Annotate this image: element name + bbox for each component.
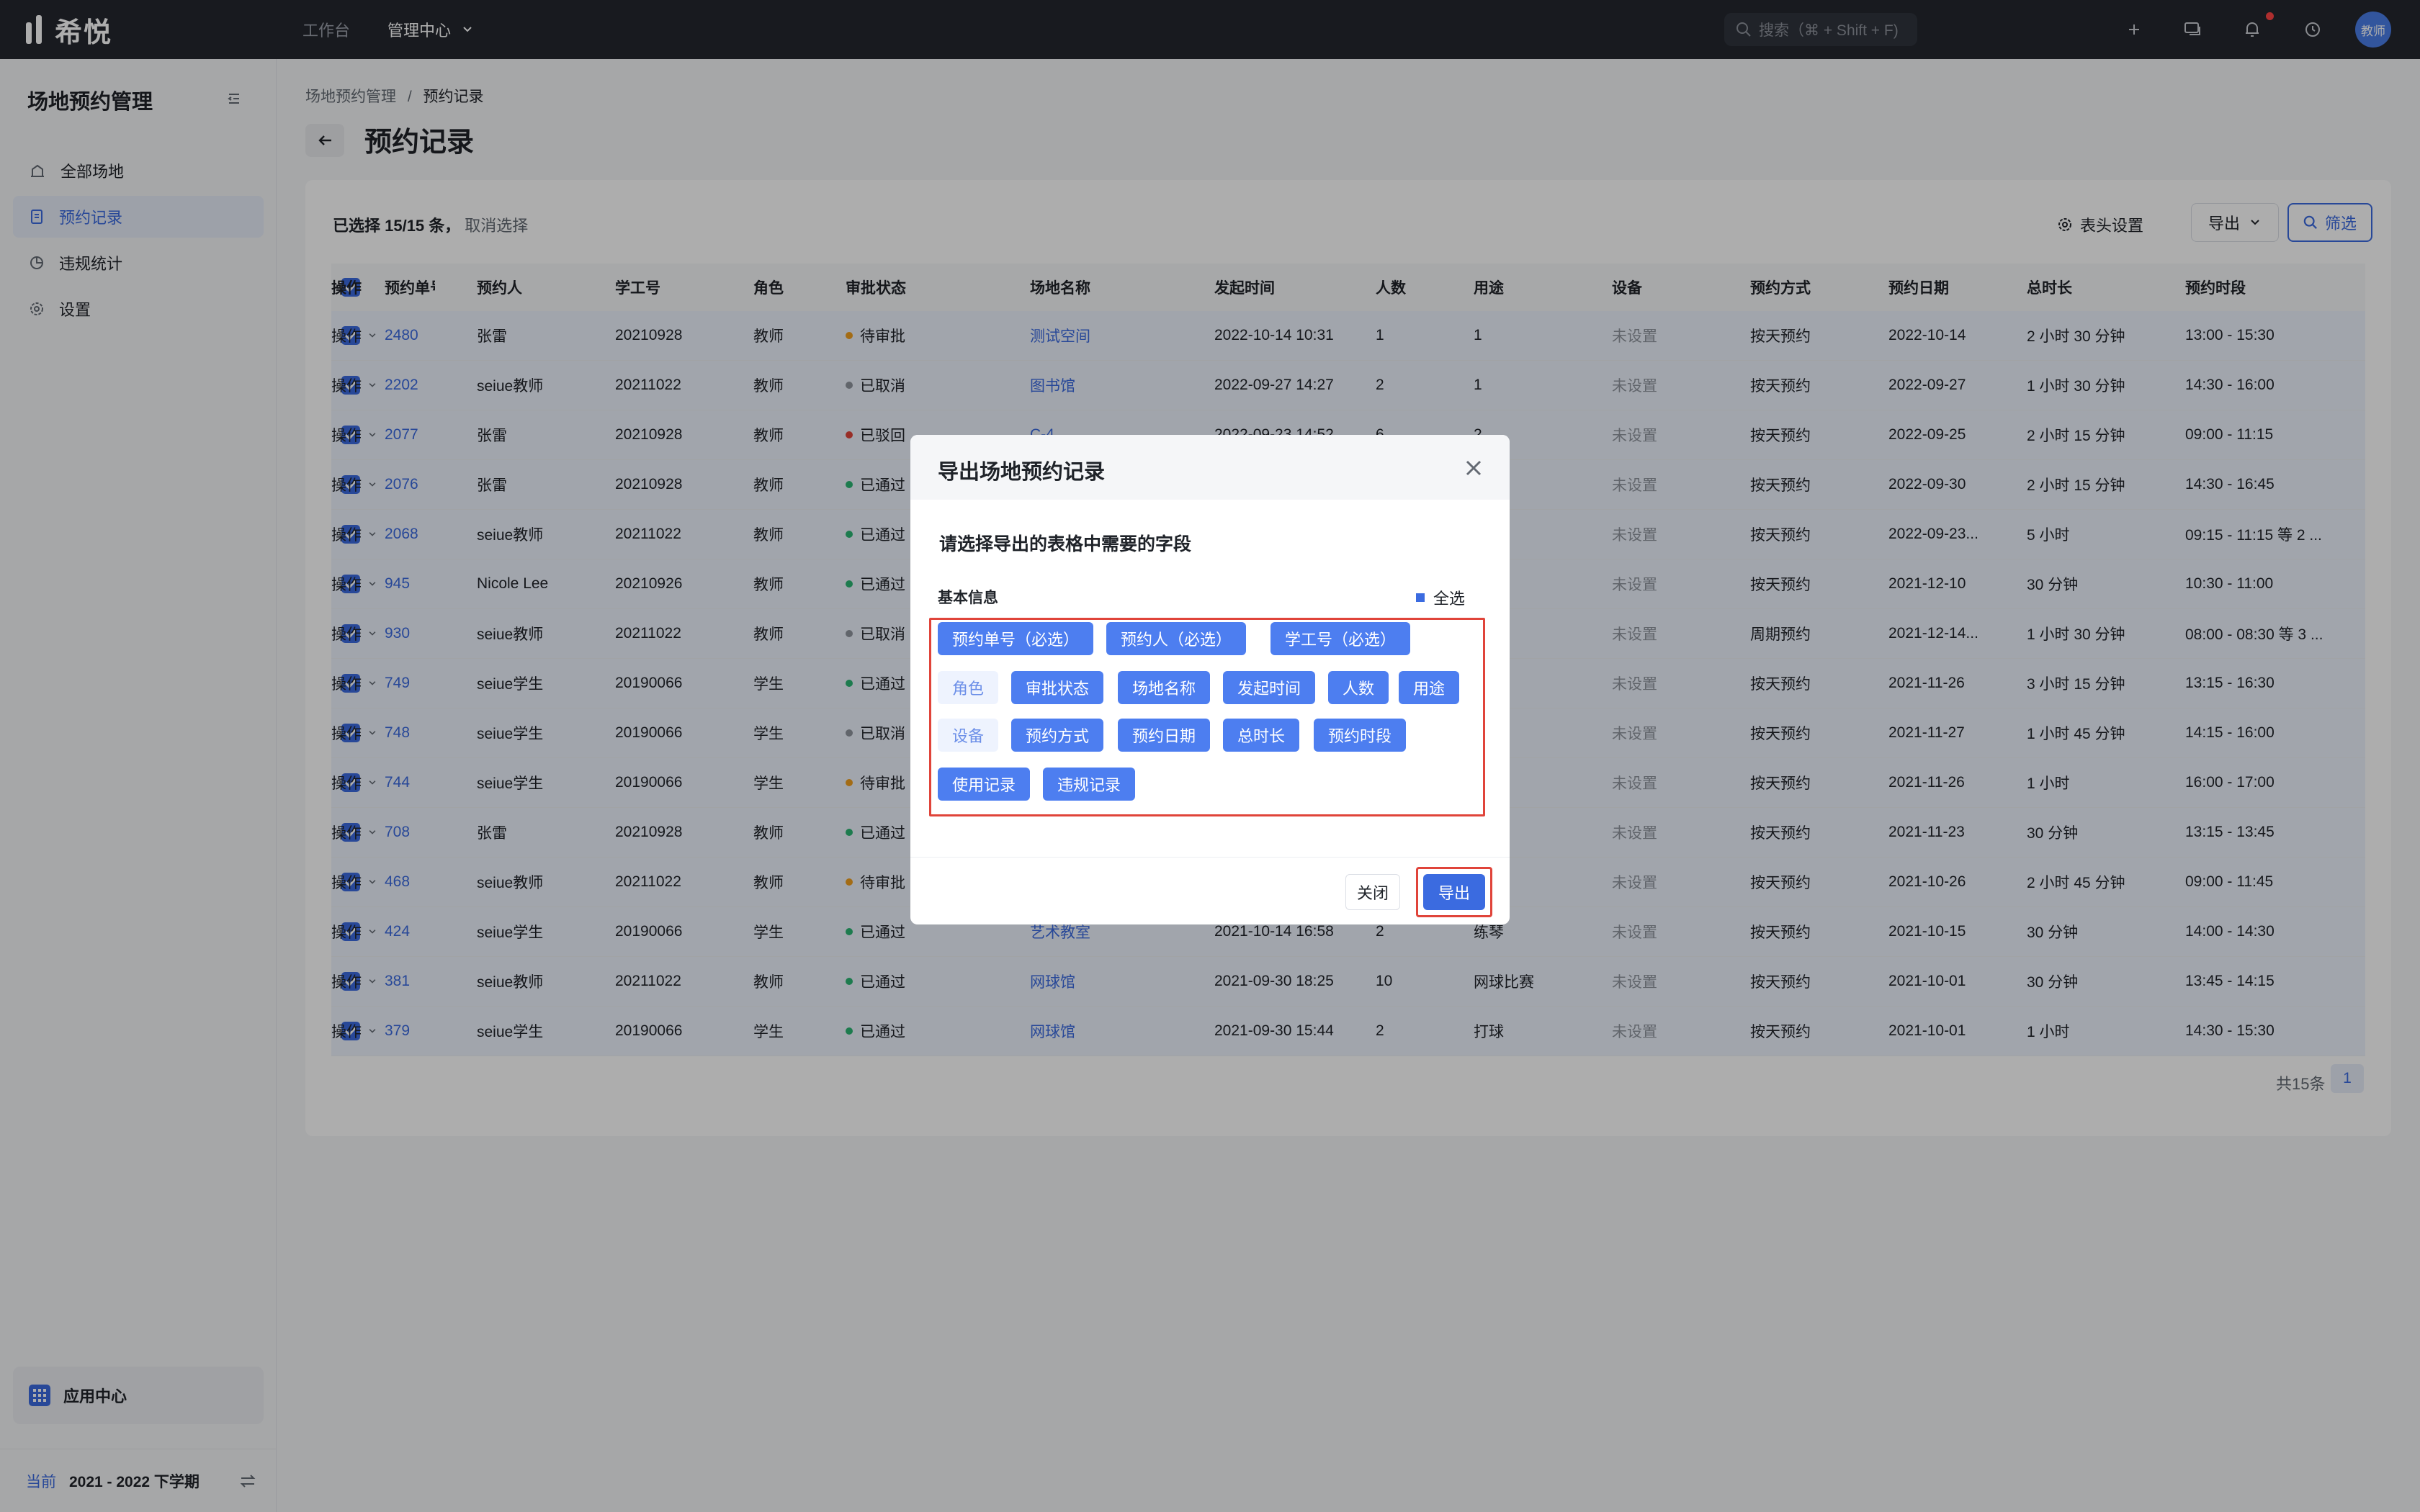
dialog-close-button[interactable] [1459, 454, 1488, 482]
field-chip[interactable]: 预约时段 [1314, 719, 1407, 752]
select-all-checkbox[interactable]: 全选 [1416, 586, 1465, 609]
field-chip[interactable]: 用途 [1399, 671, 1460, 704]
export-button[interactable]: 导出 [1423, 874, 1485, 910]
field-chip[interactable]: 违规记录 [1043, 768, 1136, 801]
export-dialog: 导出场地预约记录 请选择导出的表格中需要的字段 基本信息 全选 预约单号（必选）… [910, 435, 1510, 924]
indeterminate-icon [1416, 593, 1425, 602]
field-chip[interactable]: 审批状态 [1011, 671, 1104, 704]
field-chip[interactable]: 预约方式 [1011, 719, 1104, 752]
field-chip[interactable]: 预约日期 [1118, 719, 1211, 752]
field-chip[interactable]: 预约人（必选） [1106, 622, 1247, 655]
field-chip[interactable]: 总时长 [1223, 719, 1300, 752]
dialog-subtitle: 请选择导出的表格中需要的字段 [939, 534, 1192, 554]
field-chip[interactable]: 人数 [1328, 671, 1389, 704]
field-chip[interactable]: 场地名称 [1118, 671, 1211, 704]
close-button[interactable]: 关闭 [1345, 874, 1400, 910]
field-chip[interactable]: 学工号（必选） [1270, 622, 1411, 655]
dialog-header: 导出场地预约记录 [910, 435, 1510, 500]
close-icon [1466, 460, 1482, 476]
select-all-label: 全选 [1433, 590, 1466, 608]
field-chip[interactable]: 使用记录 [938, 768, 1031, 801]
dialog-footer-divider [910, 857, 1510, 858]
field-chip[interactable]: 角色 [938, 671, 999, 704]
field-chip[interactable]: 发起时间 [1223, 671, 1316, 704]
field-chip[interactable]: 设备 [938, 719, 999, 752]
dialog-title: 导出场地预约记录 [938, 461, 1106, 484]
field-group-title: 基本信息 [938, 590, 998, 606]
field-chip[interactable]: 预约单号（必选） [938, 622, 1094, 655]
